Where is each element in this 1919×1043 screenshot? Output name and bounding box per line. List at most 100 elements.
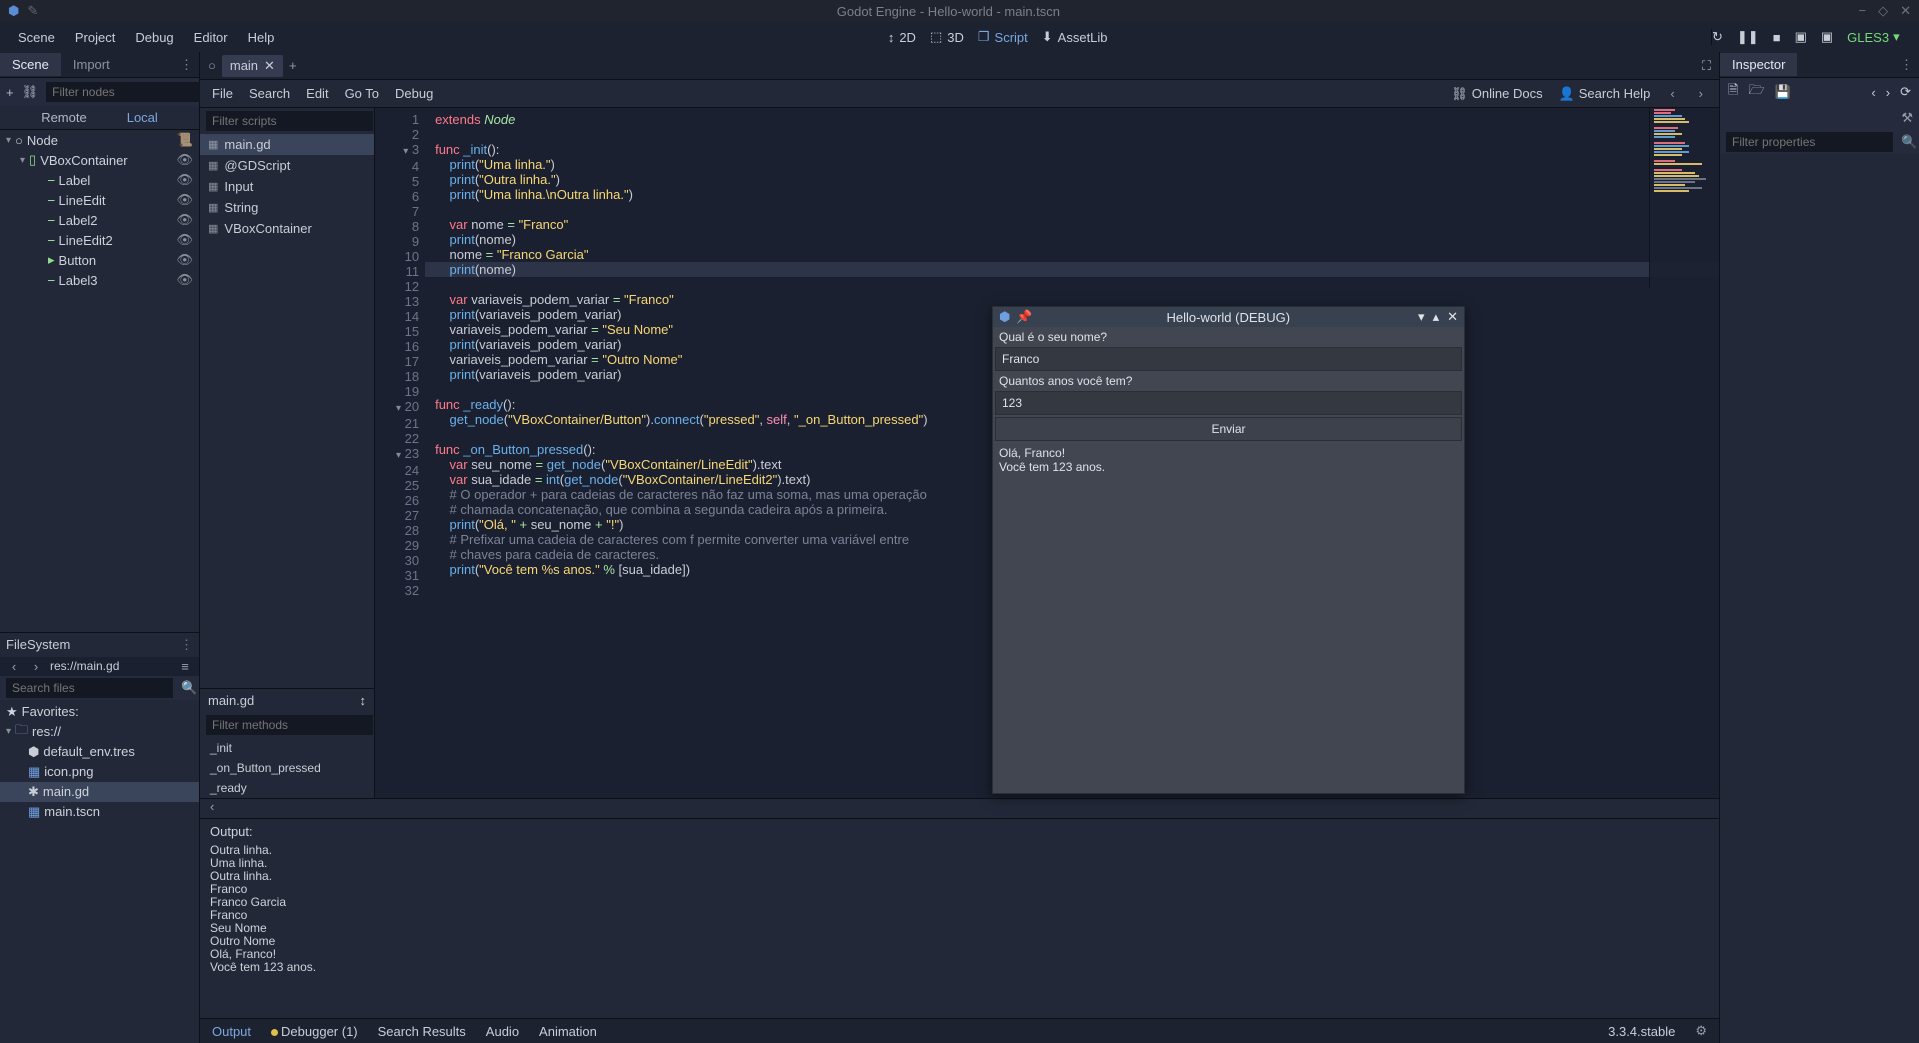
filter-nodes-input[interactable] bbox=[46, 82, 213, 102]
fs-root[interactable]: ▾🗀res:// bbox=[0, 722, 199, 742]
scene-node[interactable]: ⎯LineEdit👁 bbox=[0, 190, 199, 210]
method-item[interactable]: _on_Button_pressed bbox=[200, 758, 374, 778]
status-debugger[interactable]: Debugger (1) bbox=[271, 1024, 358, 1039]
status-audio[interactable]: Audio bbox=[486, 1024, 519, 1039]
status-search[interactable]: Search Results bbox=[378, 1024, 466, 1039]
status-output[interactable]: Output bbox=[212, 1024, 251, 1039]
scene-node[interactable]: ⎯Label2👁 bbox=[0, 210, 199, 230]
doc-tab-main[interactable]: main✕ bbox=[222, 55, 283, 77]
script-item[interactable]: ▦String bbox=[200, 197, 374, 218]
script-item[interactable]: ▦main.gd bbox=[200, 134, 374, 155]
view-2d[interactable]: ↕ 2D bbox=[888, 29, 916, 45]
nav-back-icon[interactable]: ‹ bbox=[1666, 86, 1678, 101]
fs-file[interactable]: ▦icon.png bbox=[0, 762, 199, 782]
fs-file[interactable]: ⬢default_env.tres bbox=[0, 742, 199, 762]
load-resource-icon[interactable]: 🗁 bbox=[1748, 81, 1764, 103]
settings-icon[interactable]: ⚙ bbox=[1695, 1023, 1707, 1039]
nav-forward-icon[interactable]: › bbox=[28, 659, 44, 674]
history-back-icon[interactable]: ‹ bbox=[1871, 85, 1875, 100]
minimize-icon[interactable]: ▾ bbox=[1418, 309, 1425, 325]
send-button[interactable]: Enviar bbox=[995, 417, 1462, 441]
link-icon[interactable]: ⛓ bbox=[22, 84, 39, 100]
search-icon[interactable]: 🔍 bbox=[1901, 134, 1917, 150]
view-script[interactable]: ❐ Script bbox=[978, 29, 1028, 45]
visibility-icon[interactable]: 👁 bbox=[176, 252, 193, 268]
view-3d[interactable]: ⬚ 3D bbox=[930, 29, 964, 45]
play-custom-icon[interactable]: ▣ bbox=[1821, 29, 1833, 45]
close-tab-icon[interactable]: ✕ bbox=[264, 58, 275, 74]
add-node-icon[interactable]: + bbox=[6, 85, 14, 100]
filter-methods-input[interactable] bbox=[206, 715, 373, 735]
maximize-icon[interactable]: ▴ bbox=[1433, 309, 1440, 325]
tab-import[interactable]: Import bbox=[61, 53, 122, 76]
view-assetlib[interactable]: ⬇ AssetLib bbox=[1042, 29, 1108, 45]
visibility-icon[interactable]: 👁 bbox=[176, 232, 193, 248]
save-resource-icon[interactable]: 💾 bbox=[1775, 84, 1791, 100]
script-item[interactable]: ▦Input bbox=[200, 176, 374, 197]
method-item[interactable]: _init bbox=[200, 738, 374, 758]
view-mode-icon[interactable]: ≡ bbox=[177, 659, 193, 674]
script-item[interactable]: ▦@GDScript bbox=[200, 155, 374, 176]
pause-icon[interactable]: ❚❚ bbox=[1737, 29, 1759, 45]
toggle-panel-button[interactable]: ‹ bbox=[200, 798, 1719, 818]
scene-node[interactable]: ⎯LineEdit2👁 bbox=[0, 230, 199, 250]
menu-project[interactable]: Project bbox=[65, 26, 125, 49]
filter-scripts-input[interactable] bbox=[206, 111, 373, 131]
stop-icon[interactable]: ■ bbox=[1773, 30, 1781, 45]
scene-node[interactable]: ⎯Label3👁 bbox=[0, 270, 199, 290]
renderer-selector[interactable]: GLES3 ▾ bbox=[1847, 29, 1899, 45]
pin-icon[interactable]: 📌 bbox=[1010, 309, 1038, 325]
menu-help[interactable]: Help bbox=[238, 26, 285, 49]
maximize-icon[interactable]: ◇ bbox=[1878, 3, 1888, 19]
visibility-icon[interactable]: 👁 bbox=[176, 212, 193, 228]
scene-node[interactable]: ▾○Node📜 bbox=[0, 130, 199, 150]
refresh-icon[interactable]: ⟳ bbox=[1900, 84, 1911, 100]
panel-menu-icon[interactable]: ⋮ bbox=[180, 637, 193, 653]
script-menu-debug[interactable]: Debug bbox=[395, 86, 433, 101]
tools-icon[interactable]: ⚒ bbox=[1901, 110, 1913, 126]
filesystem-path[interactable]: res://main.gd bbox=[50, 659, 171, 673]
status-animation[interactable]: Animation bbox=[539, 1024, 597, 1039]
distraction-free-icon[interactable]: ⛶ bbox=[1702, 58, 1711, 74]
scene-node[interactable]: ▸Button👁 bbox=[0, 250, 199, 270]
script-menu-edit[interactable]: Edit bbox=[306, 86, 328, 101]
script-menu-search[interactable]: Search bbox=[249, 86, 290, 101]
lineedit-age[interactable]: 123 bbox=[995, 391, 1462, 415]
menu-debug[interactable]: Debug bbox=[125, 26, 183, 49]
script-menu-goto[interactable]: Go To bbox=[345, 86, 379, 101]
visibility-icon[interactable]: 👁 bbox=[176, 192, 193, 208]
visibility-icon[interactable]: 👁 bbox=[176, 272, 193, 288]
new-resource-icon[interactable]: 🗎 bbox=[1728, 81, 1738, 103]
fs-file[interactable]: ▦main.tscn bbox=[0, 802, 199, 822]
code-minimap[interactable] bbox=[1649, 108, 1719, 288]
search-files-input[interactable] bbox=[6, 678, 173, 698]
visibility-icon[interactable]: 👁 bbox=[176, 172, 193, 188]
close-icon[interactable]: ✕ bbox=[1447, 309, 1458, 325]
add-tab-icon[interactable]: + bbox=[289, 58, 297, 73]
history-forward-icon[interactable]: › bbox=[1886, 85, 1890, 100]
script-menu-file[interactable]: File bbox=[212, 86, 233, 101]
panel-menu-icon[interactable]: ⋮ bbox=[1894, 57, 1919, 73]
subtab-remote[interactable]: Remote bbox=[41, 110, 87, 125]
panel-menu-icon[interactable]: ⋮ bbox=[174, 57, 199, 73]
sort-icon[interactable]: ↕ bbox=[360, 693, 367, 708]
play-project-icon[interactable]: ↻ bbox=[1712, 29, 1723, 45]
lineedit-name[interactable]: Franco bbox=[995, 347, 1462, 371]
tab-scene[interactable]: Scene bbox=[0, 53, 61, 76]
nav-back-icon[interactable]: ‹ bbox=[6, 659, 22, 674]
play-scene-icon[interactable]: ▣ bbox=[1795, 29, 1807, 45]
search-help-link[interactable]: 👤 Search Help bbox=[1559, 86, 1651, 102]
menu-editor[interactable]: Editor bbox=[184, 26, 238, 49]
close-icon[interactable]: ✕ bbox=[1900, 3, 1911, 19]
tab-inspector[interactable]: Inspector bbox=[1720, 53, 1797, 76]
method-item[interactable]: _ready bbox=[200, 778, 374, 798]
script-item[interactable]: ▦VBoxContainer bbox=[200, 218, 374, 239]
filter-properties-input[interactable] bbox=[1726, 132, 1893, 152]
menu-scene[interactable]: Scene bbox=[8, 26, 65, 49]
scene-node[interactable]: ⎯Label👁 bbox=[0, 170, 199, 190]
search-icon[interactable]: 🔍 bbox=[181, 680, 197, 696]
nav-forward-icon[interactable]: › bbox=[1695, 86, 1707, 101]
subtab-local[interactable]: Local bbox=[127, 110, 158, 125]
fs-file[interactable]: ✱main.gd bbox=[0, 782, 199, 802]
online-docs-link[interactable]: ⛓ Online Docs bbox=[1451, 86, 1542, 102]
